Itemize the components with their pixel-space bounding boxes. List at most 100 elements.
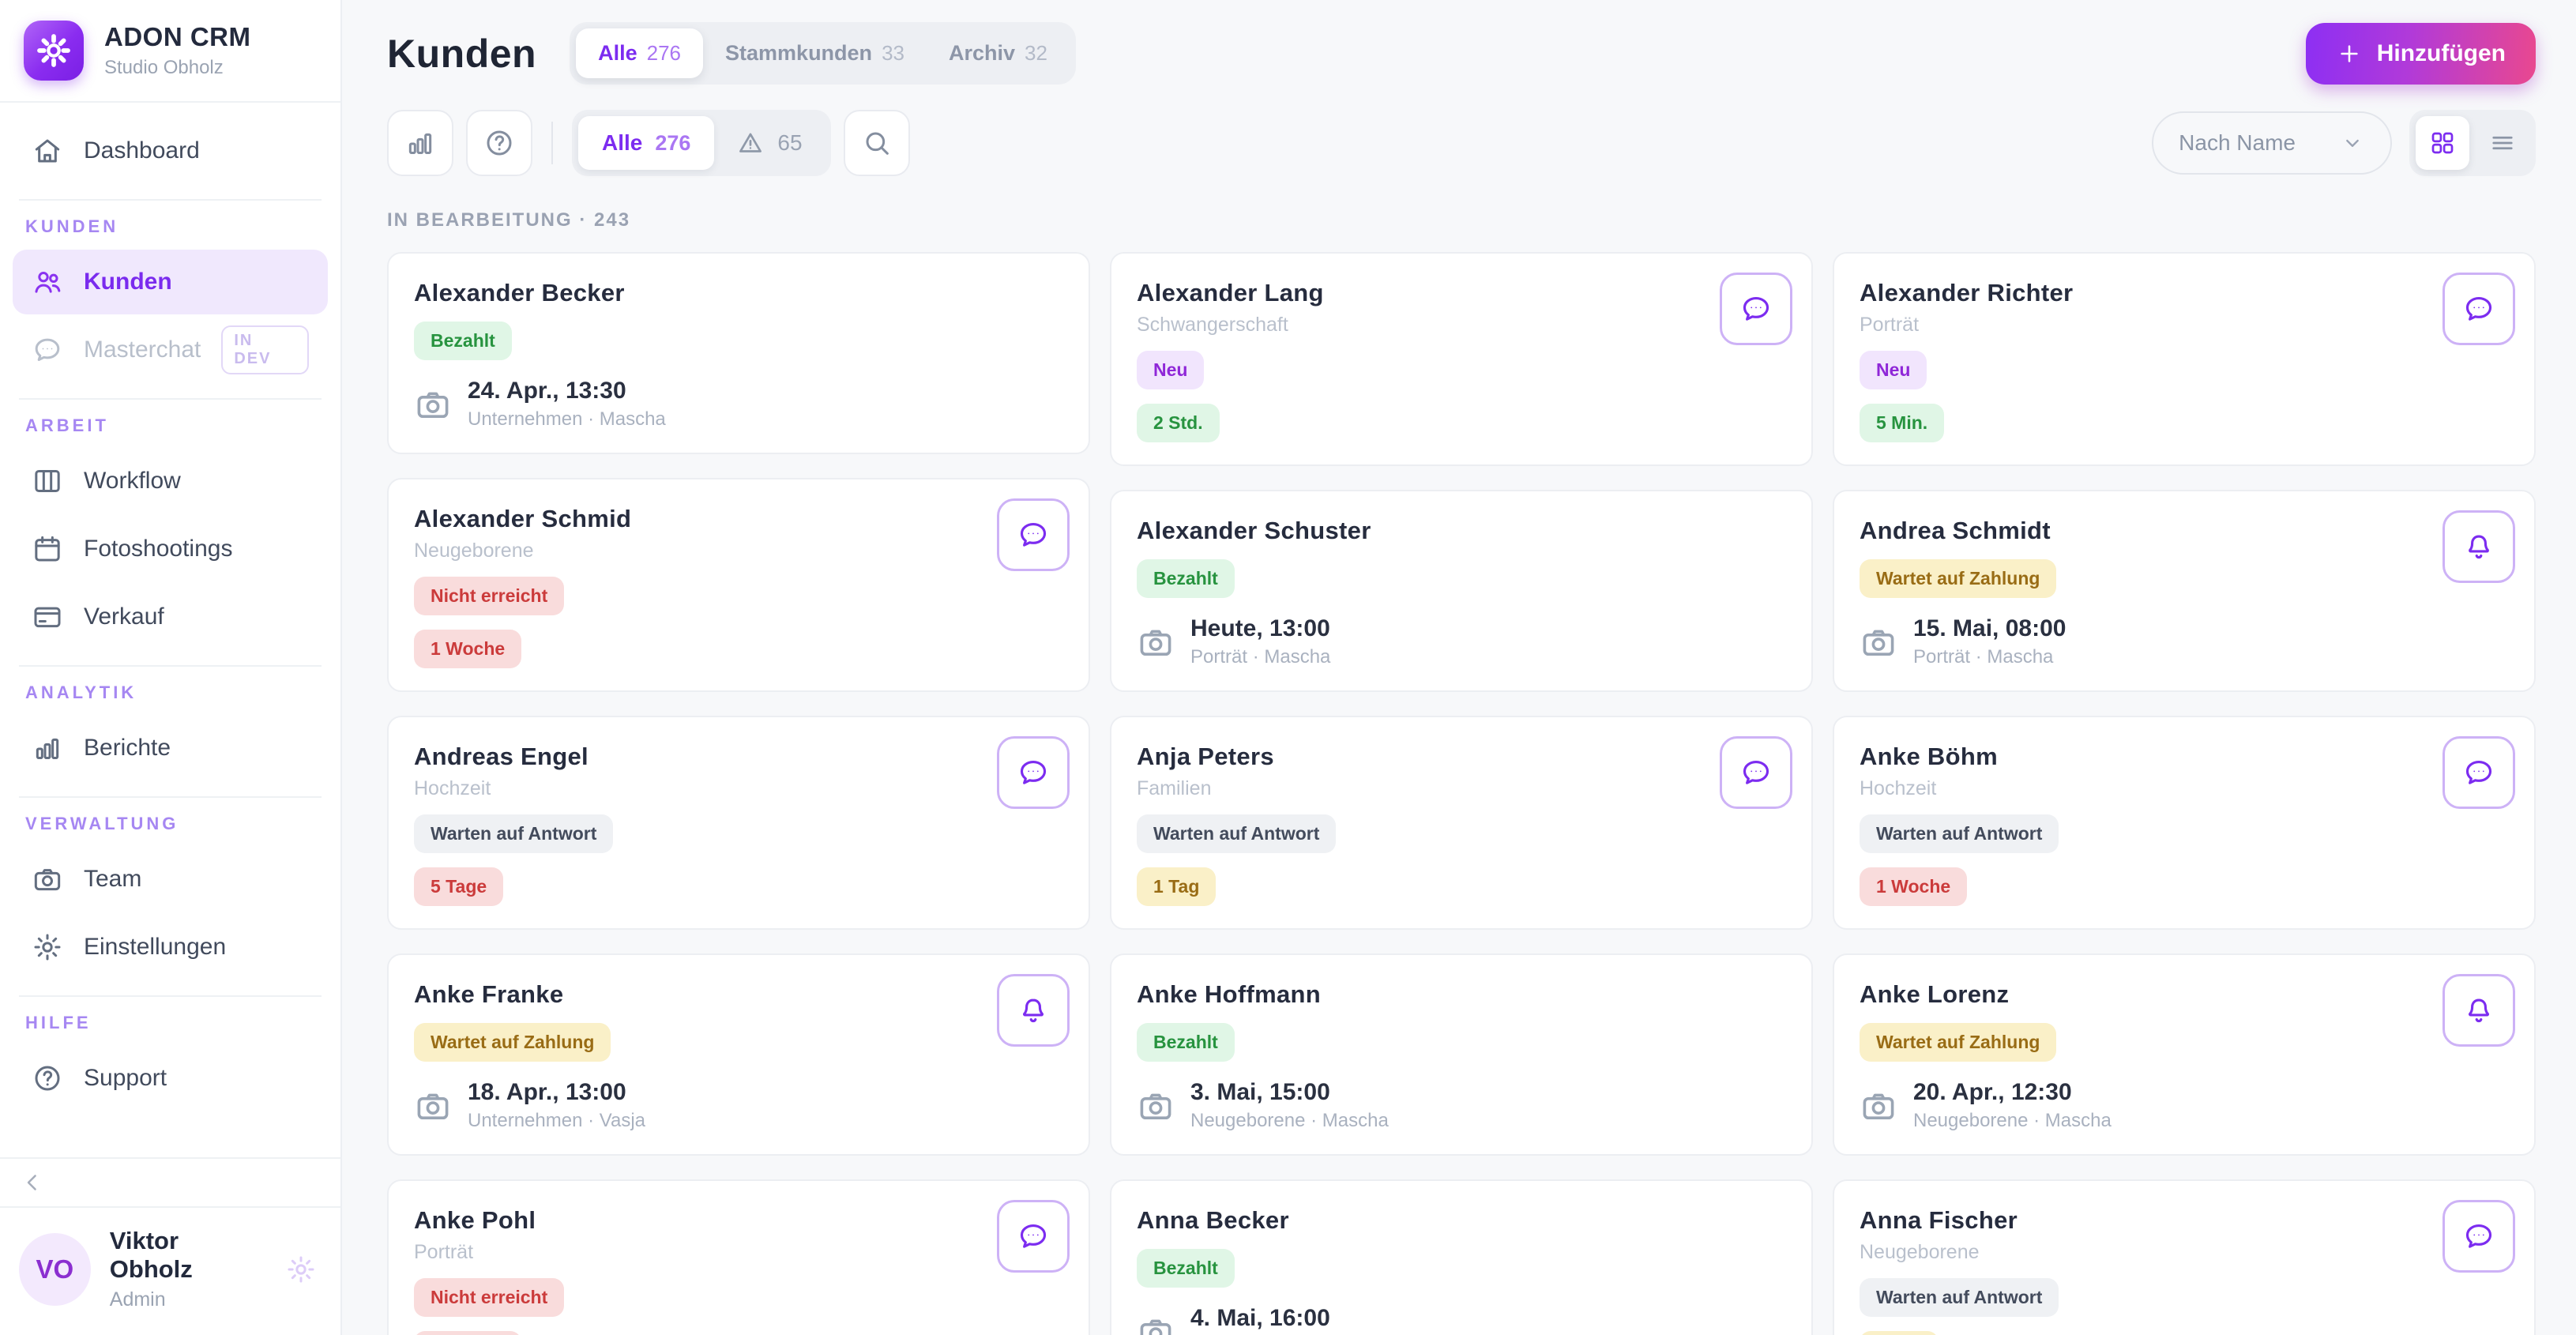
- sidebar-item-support[interactable]: Support: [13, 1046, 328, 1111]
- sidebar-item-dashboard[interactable]: Dashboard: [13, 118, 328, 183]
- chat-button[interactable]: [997, 498, 1070, 571]
- page-header: Kunden Alle 276 Stammkunden 33 Archiv 32 Hinz…: [387, 22, 2536, 85]
- customer-card[interactable]: Anna Fischer Neugeborene Warten auf Antwor…: [1833, 1179, 2536, 1335]
- tab-archiv[interactable]: Archiv 32: [927, 28, 1070, 78]
- time-badge: 2 Std.: [1137, 404, 1220, 442]
- tab-alle[interactable]: Alle 276: [576, 28, 704, 78]
- sidebar-item-einstellungen[interactable]: Einstellungen: [13, 915, 328, 980]
- sidebar-item-fotoshootings[interactable]: Fotoshootings: [13, 517, 328, 581]
- bell-icon: [2469, 998, 2489, 1023]
- stats-button[interactable]: [387, 110, 453, 176]
- sidebar-section-label: ARBEIT: [25, 416, 109, 435]
- bell-icon: [1023, 998, 1044, 1023]
- chat-icon: [2465, 296, 2492, 321]
- sidebar-item-workflow[interactable]: Workflow: [13, 449, 328, 513]
- shoot-meta: Unternehmen · Mascha: [468, 408, 666, 430]
- sidebar-divider: [19, 199, 322, 201]
- customer-card[interactable]: Alexander Becker Bezahlt 24. Apr., 13:30 Un…: [387, 252, 1090, 454]
- time-badge: 1 Tag: [1137, 867, 1217, 906]
- shoot-date: 20. Apr., 12:30: [1913, 1079, 2072, 1105]
- filter-all-pill[interactable]: Alle 276: [578, 116, 715, 170]
- reminder-bell-button[interactable]: [2442, 510, 2515, 583]
- customer-card[interactable]: Anke Franke Wartet auf Zahlung 18. Apr., 1…: [387, 953, 1090, 1156]
- shoot-date: 4. Mai, 16:00: [1190, 1305, 1330, 1331]
- sidebar-item-label: Workflow: [84, 468, 181, 494]
- sidebar-item-berichte[interactable]: Berichte: [13, 716, 328, 780]
- shoot-info: 15. Mai, 08:00 Porträt · Mascha: [1860, 615, 2509, 668]
- customer-card[interactable]: Anke Hoffmann Bezahlt 3. Mai, 15:00 Neugebo…: [1110, 953, 1813, 1156]
- customer-card[interactable]: Alexander Schmid Neugeborene Nicht erreich…: [387, 478, 1090, 692]
- customer-name: Alexander Schuster: [1137, 517, 1371, 544]
- customer-name: Alexander Richter: [1860, 279, 2074, 306]
- customer-card[interactable]: Anja Peters Familien Warten auf Antwort 1 T…: [1110, 716, 1813, 930]
- reminder-bell-button[interactable]: [2442, 974, 2515, 1047]
- app-logo-icon: [24, 21, 84, 81]
- section-header: IN BEARBEITUNG · 243: [387, 209, 631, 231]
- card-column: Alexander Richter Porträt Neu 5 Min. Andrea …: [1833, 252, 2536, 1335]
- gear-icon: [34, 934, 61, 961]
- page-title: Kunden: [387, 31, 537, 76]
- time-badge: 1 Woche: [414, 1331, 522, 1335]
- chat-button[interactable]: [997, 736, 1070, 809]
- sidebar-item-label: Masterchat: [83, 337, 201, 363]
- user-role: Admin: [109, 1288, 166, 1311]
- customer-card[interactable]: Anke Lorenz Wartet auf Zahlung 20. Apr., 1…: [1833, 953, 2536, 1156]
- customer-name: Alexander Lang: [1137, 279, 1324, 306]
- shoot-info: 20. Apr., 12:30 Neugeborene · Mascha: [1860, 1079, 2509, 1132]
- chat-button[interactable]: [2442, 1200, 2515, 1273]
- sidebar-item-kunden[interactable]: Kunden: [13, 250, 328, 314]
- sidebar-item-label: Team: [84, 866, 142, 892]
- shoot-meta: Porträt · Mascha: [1913, 646, 2054, 668]
- reminder-bell-button[interactable]: [997, 974, 1070, 1047]
- add-customer-button[interactable]: Hinzufügen: [2305, 22, 2536, 85]
- sidebar-item-verkauf[interactable]: Verkauf: [13, 585, 328, 649]
- chevron-down-icon: [2346, 139, 2359, 147]
- customer-card[interactable]: Alexander Lang Schwangerschaft Neu 2 Std.: [1110, 252, 1813, 466]
- customer-category: Schwangerschaft: [1137, 314, 1288, 336]
- user-settings-button[interactable]: [285, 1254, 317, 1285]
- customer-card[interactable]: Anke Böhm Hochzeit Warten auf Antwort 1 Woc…: [1833, 716, 2536, 930]
- sort-dropdown[interactable]: Nach Name: [2152, 111, 2392, 175]
- customer-card[interactable]: Alexander Schuster Bezahlt Heute, 13:00 Por…: [1110, 490, 1813, 692]
- chat-button[interactable]: [997, 1200, 1070, 1273]
- search-icon: [866, 132, 889, 155]
- sidebar-item-team[interactable]: Team: [13, 847, 328, 912]
- gear-icon: [37, 34, 70, 67]
- bar-chart-icon: [36, 738, 59, 760]
- avatar: VO: [19, 1232, 91, 1306]
- customer-card[interactable]: Andreas Engel Hochzeit Warten auf Antwort 5…: [387, 716, 1090, 930]
- customer-name: Anja Peters: [1137, 743, 1274, 770]
- plus-icon: [2341, 44, 2358, 62]
- toolbar: Alle 276 65 Nach Name: [387, 110, 2536, 176]
- grid-view-button[interactable]: [2416, 116, 2469, 170]
- sidebar-collapse-button[interactable]: [0, 1157, 340, 1206]
- list-view-button[interactable]: [2476, 116, 2529, 170]
- search-button[interactable]: [843, 110, 910, 176]
- sidebar-item-label: Verkauf: [84, 604, 164, 630]
- status-badge: Neu: [1137, 351, 1205, 389]
- shoot-info: 3. Mai, 15:00 Neugeborene · Mascha: [1137, 1079, 1786, 1132]
- chat-button[interactable]: [2442, 736, 2515, 809]
- sidebar-item-label: Support: [84, 1065, 167, 1091]
- customer-card[interactable]: Anna Becker Bezahlt 4. Mai, 16:00Unternehm…: [1110, 1179, 1813, 1335]
- filter-warning-pill[interactable]: 65: [714, 129, 824, 157]
- customer-name: Anke Franke: [414, 980, 564, 1008]
- status-badge: Wartet auf Zahlung: [414, 1023, 611, 1062]
- sidebar-item-masterchat[interactable]: Masterchat IN DEV: [13, 318, 328, 382]
- tab-stammkunden[interactable]: Stammkunden 33: [703, 28, 927, 78]
- chat-button[interactable]: [1720, 273, 1792, 345]
- chat-icon: [2465, 1224, 2492, 1248]
- sidebar-divider: [19, 995, 322, 997]
- customer-card[interactable]: Andrea Schmidt Wartet auf Zahlung 15. Mai,…: [1833, 490, 2536, 692]
- status-badge: Warten auf Antwort: [1860, 814, 2059, 853]
- customer-card[interactable]: Alexander Richter Porträt Neu 5 Min.: [1833, 252, 2536, 466]
- customer-card[interactable]: Anke Pohl Porträt Nicht erreicht 1 Woche: [387, 1179, 1090, 1335]
- time-badge: 1 Woche: [414, 630, 522, 668]
- camera-icon: [417, 392, 449, 418]
- user-card[interactable]: VO Viktor Obholz Admin: [0, 1206, 340, 1335]
- chat-button[interactable]: [1720, 736, 1792, 809]
- help-button[interactable]: [466, 110, 532, 176]
- sidebar-item-label: Berichte: [84, 735, 171, 761]
- chat-button[interactable]: [2442, 273, 2515, 345]
- tab-label: Alle: [598, 41, 637, 65]
